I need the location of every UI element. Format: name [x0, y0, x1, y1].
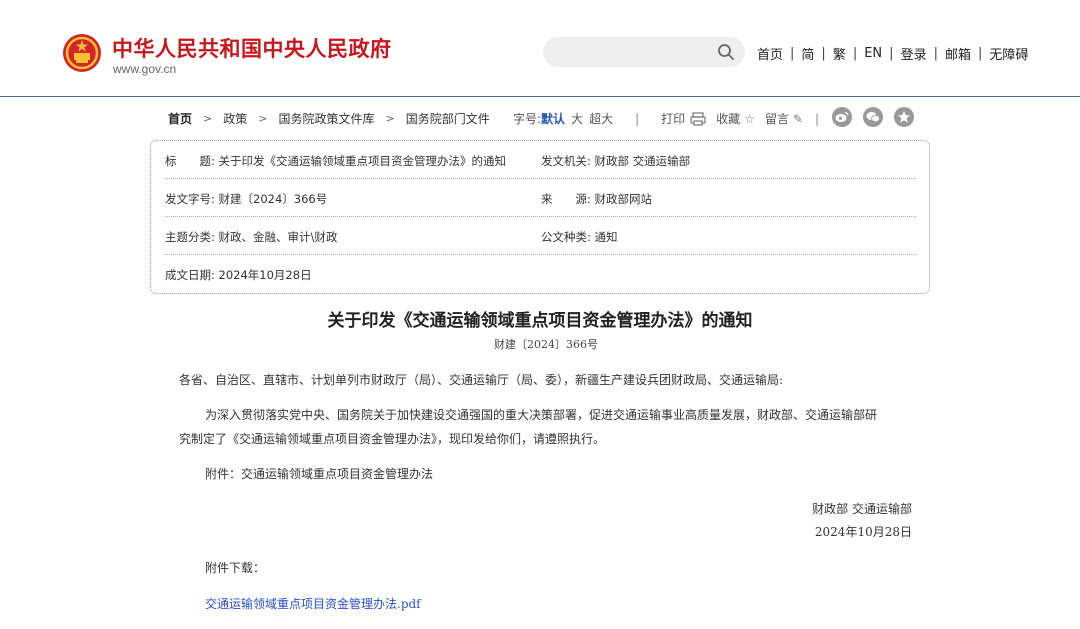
- info-row: 成文日期: 2024年10月28日: [165, 255, 916, 293]
- breadcrumb-department-docs[interactable]: 国务院部门文件: [406, 110, 490, 127]
- nav-separator: |: [821, 46, 826, 61]
- article-doc-number: 财建〔2024〕366号: [494, 338, 598, 351]
- info-title-label: 标 题:: [165, 154, 215, 168]
- wechat-icon[interactable]: [863, 107, 883, 127]
- star-icon[interactable]: ☆: [744, 112, 755, 126]
- info-topic-label: 主题分类:: [165, 230, 215, 244]
- nav-traditional[interactable]: 繁: [833, 44, 846, 63]
- pencil-icon[interactable]: ✎: [793, 112, 803, 126]
- comment-button[interactable]: 留言: [765, 110, 789, 127]
- search-icon[interactable]: [717, 43, 735, 61]
- info-doc-no-value: 财建〔2024〕366号: [218, 192, 328, 206]
- chevron-right-icon: >: [385, 112, 395, 125]
- info-row: 主题分类: 财政、金融、审计\财政 公文种类: 通知: [165, 217, 916, 255]
- site-title[interactable]: 中华人民共和国中央人民政府: [112, 33, 392, 63]
- font-size-large[interactable]: 大: [571, 110, 583, 127]
- site-domain: www.gov.cn: [113, 62, 177, 76]
- info-row: 标 题: 关于印发《交通运输领域重点项目资金管理办法》的通知 发文机关: 财政部…: [165, 141, 916, 179]
- article-body-line: 究制定了《交通运输领域重点项目资金管理办法》，现印发给你们，请遵照执行。: [179, 432, 606, 446]
- font-size-label: 字号:: [513, 112, 542, 126]
- info-title-value: 关于印发《交通运输领域重点项目资金管理办法》的通知: [218, 154, 507, 168]
- qzone-icon[interactable]: [894, 107, 914, 127]
- breadcrumb-home[interactable]: 首页: [168, 110, 192, 127]
- nav-separator: |: [889, 46, 894, 61]
- info-topic: 主题分类: 财政、金融、审计\财政: [165, 229, 337, 245]
- info-row: 发文字号: 财建〔2024〕366号 来 源: 财政部网站: [165, 179, 916, 217]
- font-size-default[interactable]: 默认: [541, 110, 565, 127]
- info-doc-no: 发文字号: 财建〔2024〕366号: [165, 191, 327, 207]
- breadcrumb-policy-library[interactable]: 国务院政策文件库: [278, 110, 374, 127]
- nav-simplified[interactable]: 简: [801, 44, 814, 63]
- chevron-right-icon: >: [258, 112, 268, 125]
- info-doc-no-label: 发文字号:: [165, 192, 215, 206]
- nav-separator: |: [852, 46, 858, 61]
- breadcrumb-bar: 首页 > 政策 > 国务院政策文件库 > 国务院部门文件 字号: 默认 大 超大…: [166, 107, 926, 128]
- info-title: 标 题: 关于印发《交通运输领域重点项目资金管理办法》的通知: [165, 153, 506, 169]
- info-date-value: 2024年10月28日: [218, 268, 312, 282]
- info-type: 公文种类: 通知: [541, 229, 618, 245]
- article-body-line: 为深入贯彻落实党中央、国务院关于加快建设交通强国的重大决策部署，促进交通运输事业…: [205, 408, 878, 422]
- article-greeting: 各省、自治区、直辖市、计划单列市财政厅（局）、交通运输厅（局、委），新疆生产建设…: [179, 373, 784, 387]
- chevron-right-icon: >: [203, 112, 213, 125]
- nav-login[interactable]: 登录: [901, 44, 927, 63]
- favorite-button[interactable]: 收藏: [716, 110, 740, 127]
- info-type-label: 公文种类:: [541, 230, 591, 244]
- nav-separator: |: [933, 46, 938, 61]
- top-nav: 首页 | 简 | 繁 | EN | 登录 | 邮箱 | 无障碍: [757, 44, 1028, 63]
- nav-accessibility[interactable]: 无障碍: [989, 44, 1028, 63]
- search-input[interactable]: [543, 37, 745, 67]
- info-source-label: 来 源:: [541, 192, 591, 206]
- national-emblem-icon[interactable]: [62, 33, 102, 73]
- nav-separator: |: [977, 46, 983, 61]
- tools-divider: |: [815, 111, 820, 126]
- weibo-icon[interactable]: [832, 107, 852, 127]
- breadcrumb-policy[interactable]: 政策: [223, 110, 247, 127]
- info-source: 来 源: 财政部网站: [541, 191, 652, 207]
- article-title: 关于印发《交通运输领域重点项目资金管理办法》的通知: [327, 311, 753, 331]
- info-source-value: 财政部网站: [594, 192, 653, 206]
- info-date: 成文日期: 2024年10月28日: [165, 267, 312, 283]
- nav-home[interactable]: 首页: [757, 44, 783, 63]
- article-signer: 财政部 交通运输部: [812, 502, 912, 516]
- article-sign-date: 2024年10月28日: [814, 525, 912, 539]
- nav-english[interactable]: EN: [864, 46, 882, 61]
- download-label: 附件下载：: [205, 561, 266, 575]
- nav-separator: |: [790, 46, 795, 61]
- site-header: 中华人民共和国中央人民政府 www.gov.cn 首页 | 简 | 繁 | EN…: [0, 0, 1080, 97]
- print-button[interactable]: 打印: [661, 110, 685, 127]
- article-attachment: 附件：交通运输领域重点项目资金管理办法: [205, 467, 434, 481]
- info-issuer-value: 财政部 交通运输部: [594, 154, 691, 168]
- font-size-xlarge[interactable]: 超大: [589, 110, 613, 127]
- nav-mail[interactable]: 邮箱: [945, 44, 971, 63]
- breadcrumb: 首页 > 政策 > 国务院政策文件库 > 国务院部门文件: [168, 110, 490, 127]
- info-topic-value: 财政、金融、审计\财政: [218, 230, 338, 244]
- document-info-box: 标 题: 关于印发《交通运输领域重点项目资金管理办法》的通知 发文机关: 财政部…: [150, 140, 930, 294]
- article-tools: 字号: 默认 大 超大 | 打印 收藏 ☆ 留言 ✎ |: [513, 110, 831, 127]
- tools-divider: |: [635, 111, 640, 126]
- info-issuer: 发文机关: 财政部 交通运输部: [541, 153, 690, 169]
- download-link[interactable]: 交通运输领域重点项目资金管理办法.pdf: [205, 595, 421, 612]
- info-date-label: 成文日期:: [165, 268, 215, 282]
- share-icons: [832, 107, 914, 127]
- info-issuer-label: 发文机关:: [541, 154, 591, 168]
- info-type-value: 通知: [594, 230, 618, 244]
- printer-icon[interactable]: [690, 111, 706, 126]
